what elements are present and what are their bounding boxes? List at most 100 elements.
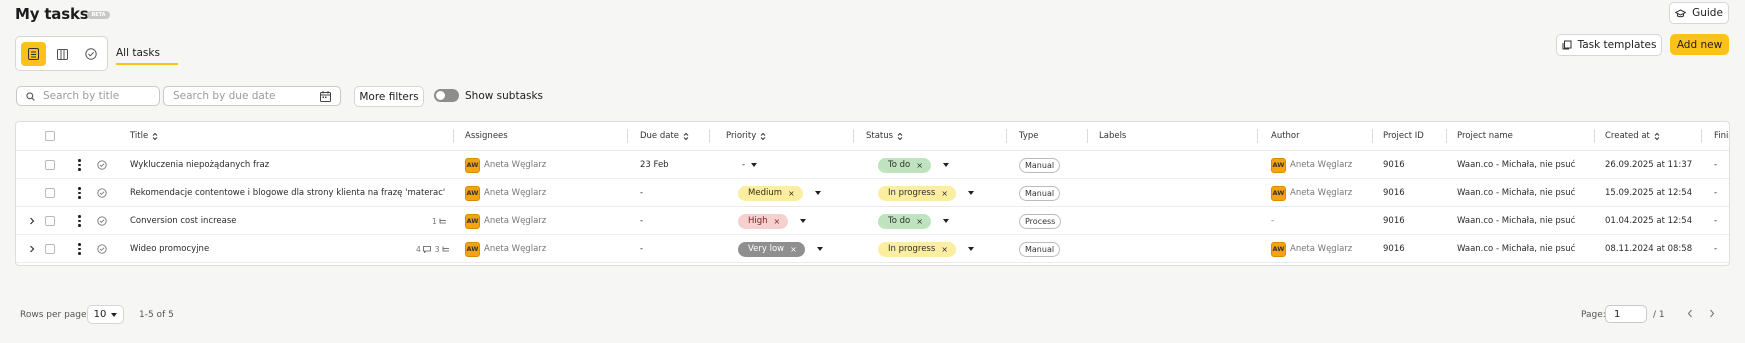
- column-divider[interactable]: [453, 129, 454, 143]
- more-vertical-icon: [78, 159, 81, 171]
- chevron-down-icon[interactable]: [942, 219, 949, 223]
- table-row[interactable]: Post na bloga AWAneta Węglarz 11 Mar Ver…: [16, 263, 1729, 265]
- task-title[interactable]: Rekomendacje contentowe i blogowe dla st…: [130, 179, 445, 207]
- remove-icon[interactable]: ×: [788, 189, 795, 198]
- sort-icon[interactable]: [760, 132, 766, 141]
- priority-badge[interactable]: High ×: [738, 213, 789, 229]
- sort-icon[interactable]: [152, 132, 158, 141]
- complete-task-button[interactable]: [97, 207, 107, 235]
- priority-badge[interactable]: Very low ×: [738, 241, 805, 257]
- sort-icon[interactable]: [1654, 132, 1660, 141]
- column-assignees: Assignees: [465, 131, 508, 141]
- remove-icon[interactable]: ×: [774, 217, 781, 226]
- task-title[interactable]: Post na bloga: [130, 263, 187, 265]
- task-title[interactable]: Wideo promocyjne: [130, 235, 209, 263]
- calendar-icon[interactable]: [320, 91, 331, 102]
- table-row[interactable]: Rekomendacje contentowe i blogowe dla st…: [16, 179, 1729, 207]
- row-checkbox[interactable]: [45, 244, 55, 254]
- chevron-down-icon[interactable]: [751, 163, 758, 167]
- column-divider[interactable]: [1087, 129, 1088, 143]
- column-divider[interactable]: [1446, 129, 1447, 143]
- row-actions-button[interactable]: [78, 207, 81, 235]
- board-view-button[interactable]: [50, 42, 75, 66]
- table-row[interactable]: Wideo promocyjne 43 AW Aneta Węglarz - Ve…: [16, 235, 1729, 263]
- page-label: Page:: [1581, 310, 1606, 320]
- column-finished-label: Finis: [1714, 131, 1729, 141]
- remove-icon[interactable]: ×: [941, 245, 948, 254]
- column-divider[interactable]: [1006, 129, 1007, 143]
- column-divider[interactable]: [1701, 129, 1702, 143]
- table-row[interactable]: Wykluczenia niepożądanych fraz AW Aneta W…: [16, 151, 1729, 179]
- complete-task-button[interactable]: [97, 151, 107, 179]
- rows-per-page-label: Rows per page:: [20, 310, 90, 320]
- row-checkbox[interactable]: [45, 216, 55, 226]
- priority-badge[interactable]: Medium ×: [738, 185, 803, 201]
- check-circle-icon: [97, 244, 107, 254]
- show-subtasks-label: Show subtasks: [465, 90, 544, 102]
- more-filters-button[interactable]: More filters: [354, 86, 424, 107]
- expand-row-button[interactable]: [29, 207, 35, 235]
- chevron-down-icon[interactable]: [814, 191, 821, 195]
- complete-task-button[interactable]: [97, 263, 107, 265]
- page-number-input[interactable]: 1: [1605, 305, 1647, 323]
- show-subtasks-toggle[interactable]: [434, 89, 459, 102]
- column-divider[interactable]: [1257, 129, 1258, 143]
- column-project-name: Project name: [1457, 131, 1513, 141]
- sort-icon[interactable]: [683, 132, 689, 141]
- search-icon: [26, 91, 35, 101]
- task-title[interactable]: Wykluczenia niepożądanych fraz: [130, 151, 269, 179]
- tab-all-tasks[interactable]: All tasks: [116, 47, 160, 59]
- search-title-input[interactable]: Search by title: [16, 86, 160, 106]
- chevron-down-icon[interactable]: [942, 163, 949, 167]
- search-due-date-input[interactable]: Search by due date: [163, 86, 341, 106]
- chevron-down-icon[interactable]: [968, 247, 974, 251]
- guide-button[interactable]: Guide: [1669, 2, 1729, 24]
- next-page-button[interactable]: [1709, 309, 1715, 318]
- status-badge[interactable]: In progress ×: [878, 241, 956, 257]
- remove-icon[interactable]: ×: [916, 161, 923, 170]
- chevron-down-icon[interactable]: [968, 191, 974, 195]
- remove-icon[interactable]: ×: [916, 217, 923, 226]
- created-at: 15.09.2025 at 12:54: [1605, 188, 1693, 198]
- table-row[interactable]: Conversion cost increase 1 AW Aneta Węgla…: [16, 207, 1729, 235]
- complete-task-button[interactable]: [97, 235, 107, 263]
- column-divider[interactable]: [627, 129, 628, 143]
- column-due-date[interactable]: Due date: [640, 131, 689, 141]
- task-title[interactable]: Conversion cost increase: [130, 207, 237, 235]
- list-view-button[interactable]: [21, 42, 46, 66]
- chevron-left-icon: [1687, 309, 1693, 318]
- more-filters-label: More filters: [359, 90, 419, 103]
- rows-per-page-select[interactable]: 10: [87, 305, 124, 324]
- prev-page-button[interactable]: [1687, 309, 1693, 318]
- chevron-down-icon[interactable]: [800, 219, 807, 223]
- priority-empty[interactable]: -: [742, 160, 745, 170]
- row-actions-button[interactable]: [78, 151, 81, 179]
- column-divider[interactable]: [1594, 129, 1595, 143]
- add-new-button[interactable]: Add new: [1670, 34, 1729, 55]
- status-badge[interactable]: To do ×: [878, 213, 931, 229]
- row-checkbox[interactable]: [45, 160, 55, 170]
- column-title[interactable]: Title: [130, 131, 158, 141]
- row-actions-button[interactable]: [78, 235, 81, 263]
- remove-icon[interactable]: ×: [790, 245, 797, 254]
- column-divider[interactable]: [709, 129, 710, 143]
- expand-row-button[interactable]: [29, 235, 35, 263]
- remove-icon[interactable]: ×: [941, 189, 948, 198]
- row-actions-button[interactable]: [78, 263, 81, 265]
- column-divider[interactable]: [1372, 129, 1373, 143]
- select-all-checkbox[interactable]: [45, 131, 55, 141]
- column-priority[interactable]: Priority: [726, 131, 766, 141]
- row-checkbox[interactable]: [45, 188, 55, 198]
- complete-task-button[interactable]: [97, 179, 107, 207]
- type-tag: Manual: [1019, 157, 1061, 173]
- completed-view-button[interactable]: [78, 42, 103, 66]
- chevron-down-icon[interactable]: [816, 247, 823, 251]
- sort-icon[interactable]: [897, 132, 903, 141]
- status-badge[interactable]: In progress ×: [878, 185, 956, 201]
- column-status[interactable]: Status: [866, 131, 903, 141]
- task-templates-button[interactable]: Task templates: [1556, 34, 1662, 56]
- column-created-at[interactable]: Created at: [1605, 131, 1660, 141]
- status-badge[interactable]: To do ×: [878, 157, 931, 173]
- column-divider[interactable]: [853, 129, 854, 143]
- row-actions-button[interactable]: [78, 179, 81, 207]
